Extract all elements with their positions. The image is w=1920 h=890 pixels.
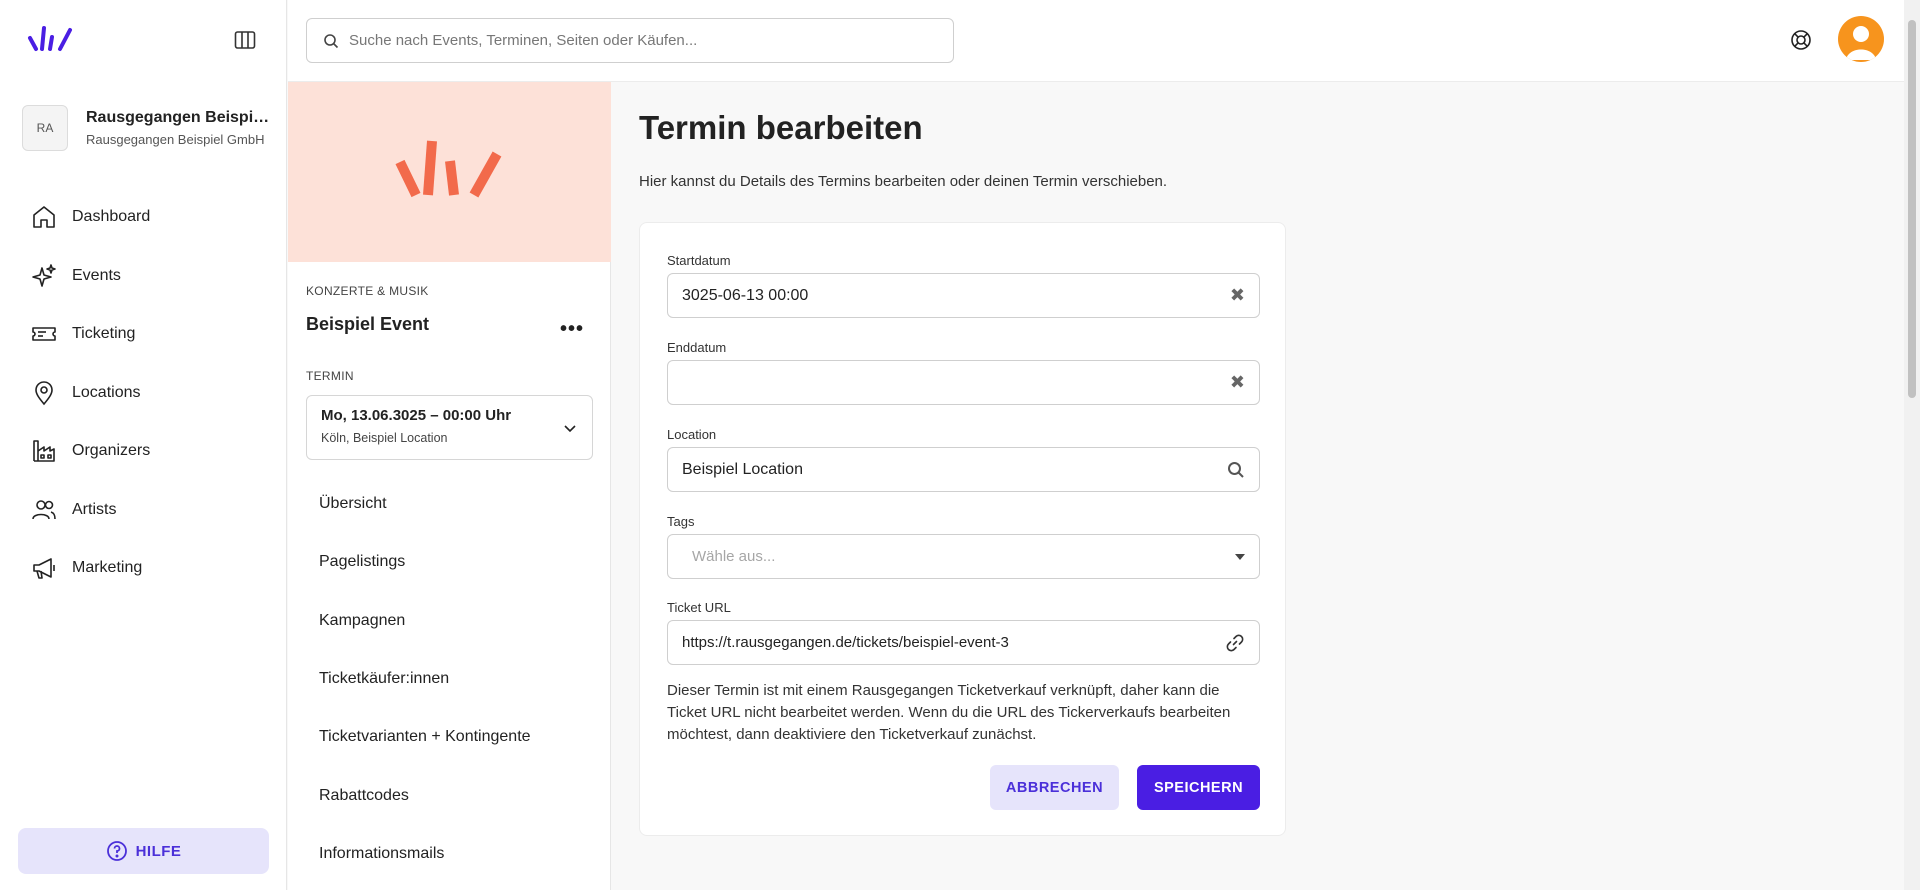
- nav-label: Locations: [72, 383, 141, 401]
- link-icon[interactable]: [1225, 633, 1245, 653]
- event-category: KONZERTE & MUSIK: [306, 284, 429, 298]
- main-content: Termin bearbeiten Hier kannst du Details…: [612, 82, 1904, 890]
- clear-icon[interactable]: ✖: [1230, 285, 1245, 306]
- search-icon[interactable]: [1227, 461, 1245, 479]
- nav-item-marketing[interactable]: Marketing: [30, 539, 150, 598]
- page-title: Termin bearbeiten: [639, 109, 923, 146]
- tags-placeholder: Wähle aus...: [692, 548, 776, 565]
- ticket-icon: [32, 327, 56, 342]
- event-image: [288, 82, 611, 262]
- search-bar[interactable]: [306, 18, 954, 63]
- start-date-field[interactable]: ✖: [667, 273, 1260, 318]
- sub-nav-ticket-variants[interactable]: Ticketvarianten + Kontingente: [319, 708, 531, 766]
- organization-switcher[interactable]: RA Rausgegangen Beispiel... Rausgegangen…: [22, 105, 278, 151]
- end-date-label: Enddatum: [667, 340, 727, 355]
- sub-nav-campaigns[interactable]: Kampagnen: [319, 592, 531, 650]
- termin-label: TERMIN: [306, 369, 354, 383]
- termin-date: Mo, 13.06.3025 – 00:00 Uhr: [321, 407, 512, 424]
- ticket-url-hint: Dieser Termin ist mit einem Rausgegangen…: [667, 682, 1231, 743]
- event-sub-nav: Übersicht Pagelistings Kampagnen Ticketk…: [319, 475, 531, 883]
- location-label: Location: [667, 427, 717, 442]
- termin-location: Köln, Beispiel Location: [321, 431, 448, 445]
- event-panel: KONZERTE & MUSIK Beispiel Event ••• TERM…: [288, 82, 611, 890]
- search-input[interactable]: [349, 32, 929, 49]
- chevron-down-icon: [564, 425, 576, 433]
- support-lifebuoy-icon[interactable]: [1790, 29, 1812, 51]
- tags-select[interactable]: Wähle aus...: [667, 534, 1260, 579]
- nav-label: Organizers: [72, 442, 151, 460]
- nav-label: Events: [72, 266, 121, 284]
- sub-nav-info-mails[interactable]: Informationsmails: [319, 825, 531, 883]
- sidebar: RA Rausgegangen Beispiel... Rausgegangen…: [0, 0, 287, 890]
- org-name: Rausgegangen Beispiel...: [86, 109, 278, 126]
- page-scrollbar[interactable]: [1904, 0, 1920, 890]
- ticket-url-field[interactable]: [667, 620, 1260, 665]
- org-avatar: RA: [22, 105, 68, 151]
- nav-item-locations[interactable]: Locations: [30, 364, 150, 423]
- event-logo-icon: [395, 140, 502, 198]
- search-icon: [324, 33, 339, 48]
- ticket-url-label: Ticket URL: [667, 600, 731, 615]
- sub-nav-overview[interactable]: Übersicht: [319, 475, 531, 533]
- event-name: Beispiel Event: [306, 314, 430, 334]
- nav-label: Dashboard: [72, 208, 151, 226]
- tags-label: Tags: [667, 514, 695, 529]
- save-button[interactable]: SPEICHERN: [1137, 765, 1260, 810]
- help-button[interactable]: HILFE: [18, 828, 269, 874]
- sub-nav-discount-codes[interactable]: Rabattcodes: [319, 766, 531, 824]
- building-icon: [33, 440, 55, 463]
- rausgegangen-logo[interactable]: [26, 24, 76, 52]
- edit-termin-form: Startdatum ✖ Enddatum ✖ Location Tags Wä…: [639, 222, 1286, 836]
- nav-label: Ticketing: [72, 325, 136, 343]
- start-date-input[interactable]: [682, 286, 1222, 305]
- user-avatar[interactable]: [1838, 16, 1884, 62]
- caret-down-icon: [1235, 553, 1245, 560]
- help-label: HILFE: [135, 842, 182, 860]
- home-icon: [33, 206, 55, 229]
- end-date-field[interactable]: ✖: [667, 360, 1260, 405]
- megaphone-icon: [33, 558, 55, 580]
- question-circle-icon: [106, 841, 127, 861]
- clear-icon[interactable]: ✖: [1230, 372, 1245, 393]
- nav-item-organizers[interactable]: Organizers: [30, 422, 150, 481]
- sparkles-icon: [32, 263, 56, 287]
- org-company: Rausgegangen Beispiel GmbH: [86, 132, 265, 147]
- top-bar: [288, 0, 1904, 82]
- nav-item-events[interactable]: Events: [30, 247, 150, 306]
- map-pin-icon: [35, 381, 53, 405]
- nav-item-artists[interactable]: Artists: [30, 481, 150, 540]
- start-date-label: Startdatum: [667, 253, 731, 268]
- users-icon: [32, 499, 56, 519]
- scrollbar-thumb[interactable]: [1908, 20, 1916, 398]
- nav-item-ticketing[interactable]: Ticketing: [30, 305, 150, 364]
- more-options-icon[interactable]: •••: [560, 318, 584, 341]
- user-icon: [1846, 26, 1876, 60]
- nav-label: Artists: [72, 500, 117, 518]
- end-date-input[interactable]: [682, 373, 1222, 392]
- location-input[interactable]: [682, 460, 1219, 479]
- ticket-url-input[interactable]: [682, 634, 1217, 651]
- page-description: Hier kannst du Details des Termins bearb…: [639, 173, 1168, 190]
- sidebar-toggle-icon[interactable]: [234, 30, 256, 50]
- termin-select[interactable]: Mo, 13.06.3025 – 00:00 Uhr Köln, Beispie…: [306, 395, 593, 460]
- sub-nav-pagelistings[interactable]: Pagelistings: [319, 533, 531, 591]
- cancel-button[interactable]: ABBRECHEN: [990, 765, 1119, 810]
- sub-nav-ticket-buyers[interactable]: Ticketkäufer:innen: [319, 650, 531, 708]
- nav-label: Marketing: [72, 559, 143, 577]
- nav-item-dashboard[interactable]: Dashboard: [30, 188, 150, 247]
- location-field[interactable]: [667, 447, 1260, 492]
- main-nav: Dashboard Events Ticketing Locations Org…: [30, 188, 150, 598]
